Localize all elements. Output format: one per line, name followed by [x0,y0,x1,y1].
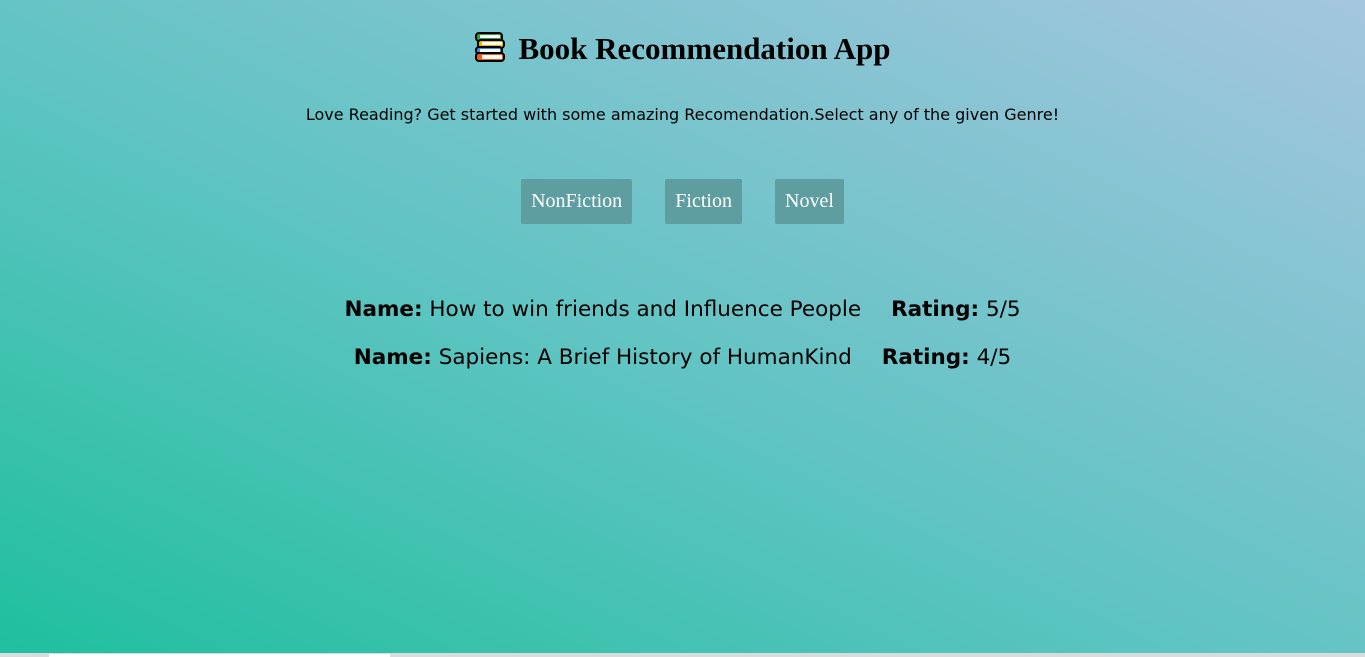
rating-label: Rating: [891,297,980,322]
genre-button-novel[interactable]: Novel [775,179,844,224]
book-rating: 4/5 [976,345,1012,370]
book-name: Sapiens: A Brief History of HumanKind [438,345,852,370]
subtitle: Love Reading? Get started with some amaz… [305,105,1060,124]
books-icon [475,32,506,62]
horizontal-scrollbar[interactable] [0,653,1365,657]
title-text: Book Recommendation App [518,31,891,66]
list-item: Name: How to win friends and Influence P… [0,293,1365,341]
genre-button-fiction[interactable]: Fiction [665,179,742,224]
book-rating: 5/5 [985,297,1021,322]
book-name: How to win friends and Influence People [429,297,862,322]
rating-label: Rating: [881,345,970,370]
name-label: Name: [353,345,432,370]
genre-button-nonfiction[interactable]: NonFiction [521,179,633,224]
page-title: Book Recommendation App [0,28,1365,70]
genre-buttons: NonFiction Fiction Novel [0,179,1365,224]
list-item: Name: Sapiens: A Brief History of HumanK… [0,341,1365,389]
book-list: Name: How to win friends and Influence P… [0,293,1365,389]
name-label: Name: [344,297,423,322]
